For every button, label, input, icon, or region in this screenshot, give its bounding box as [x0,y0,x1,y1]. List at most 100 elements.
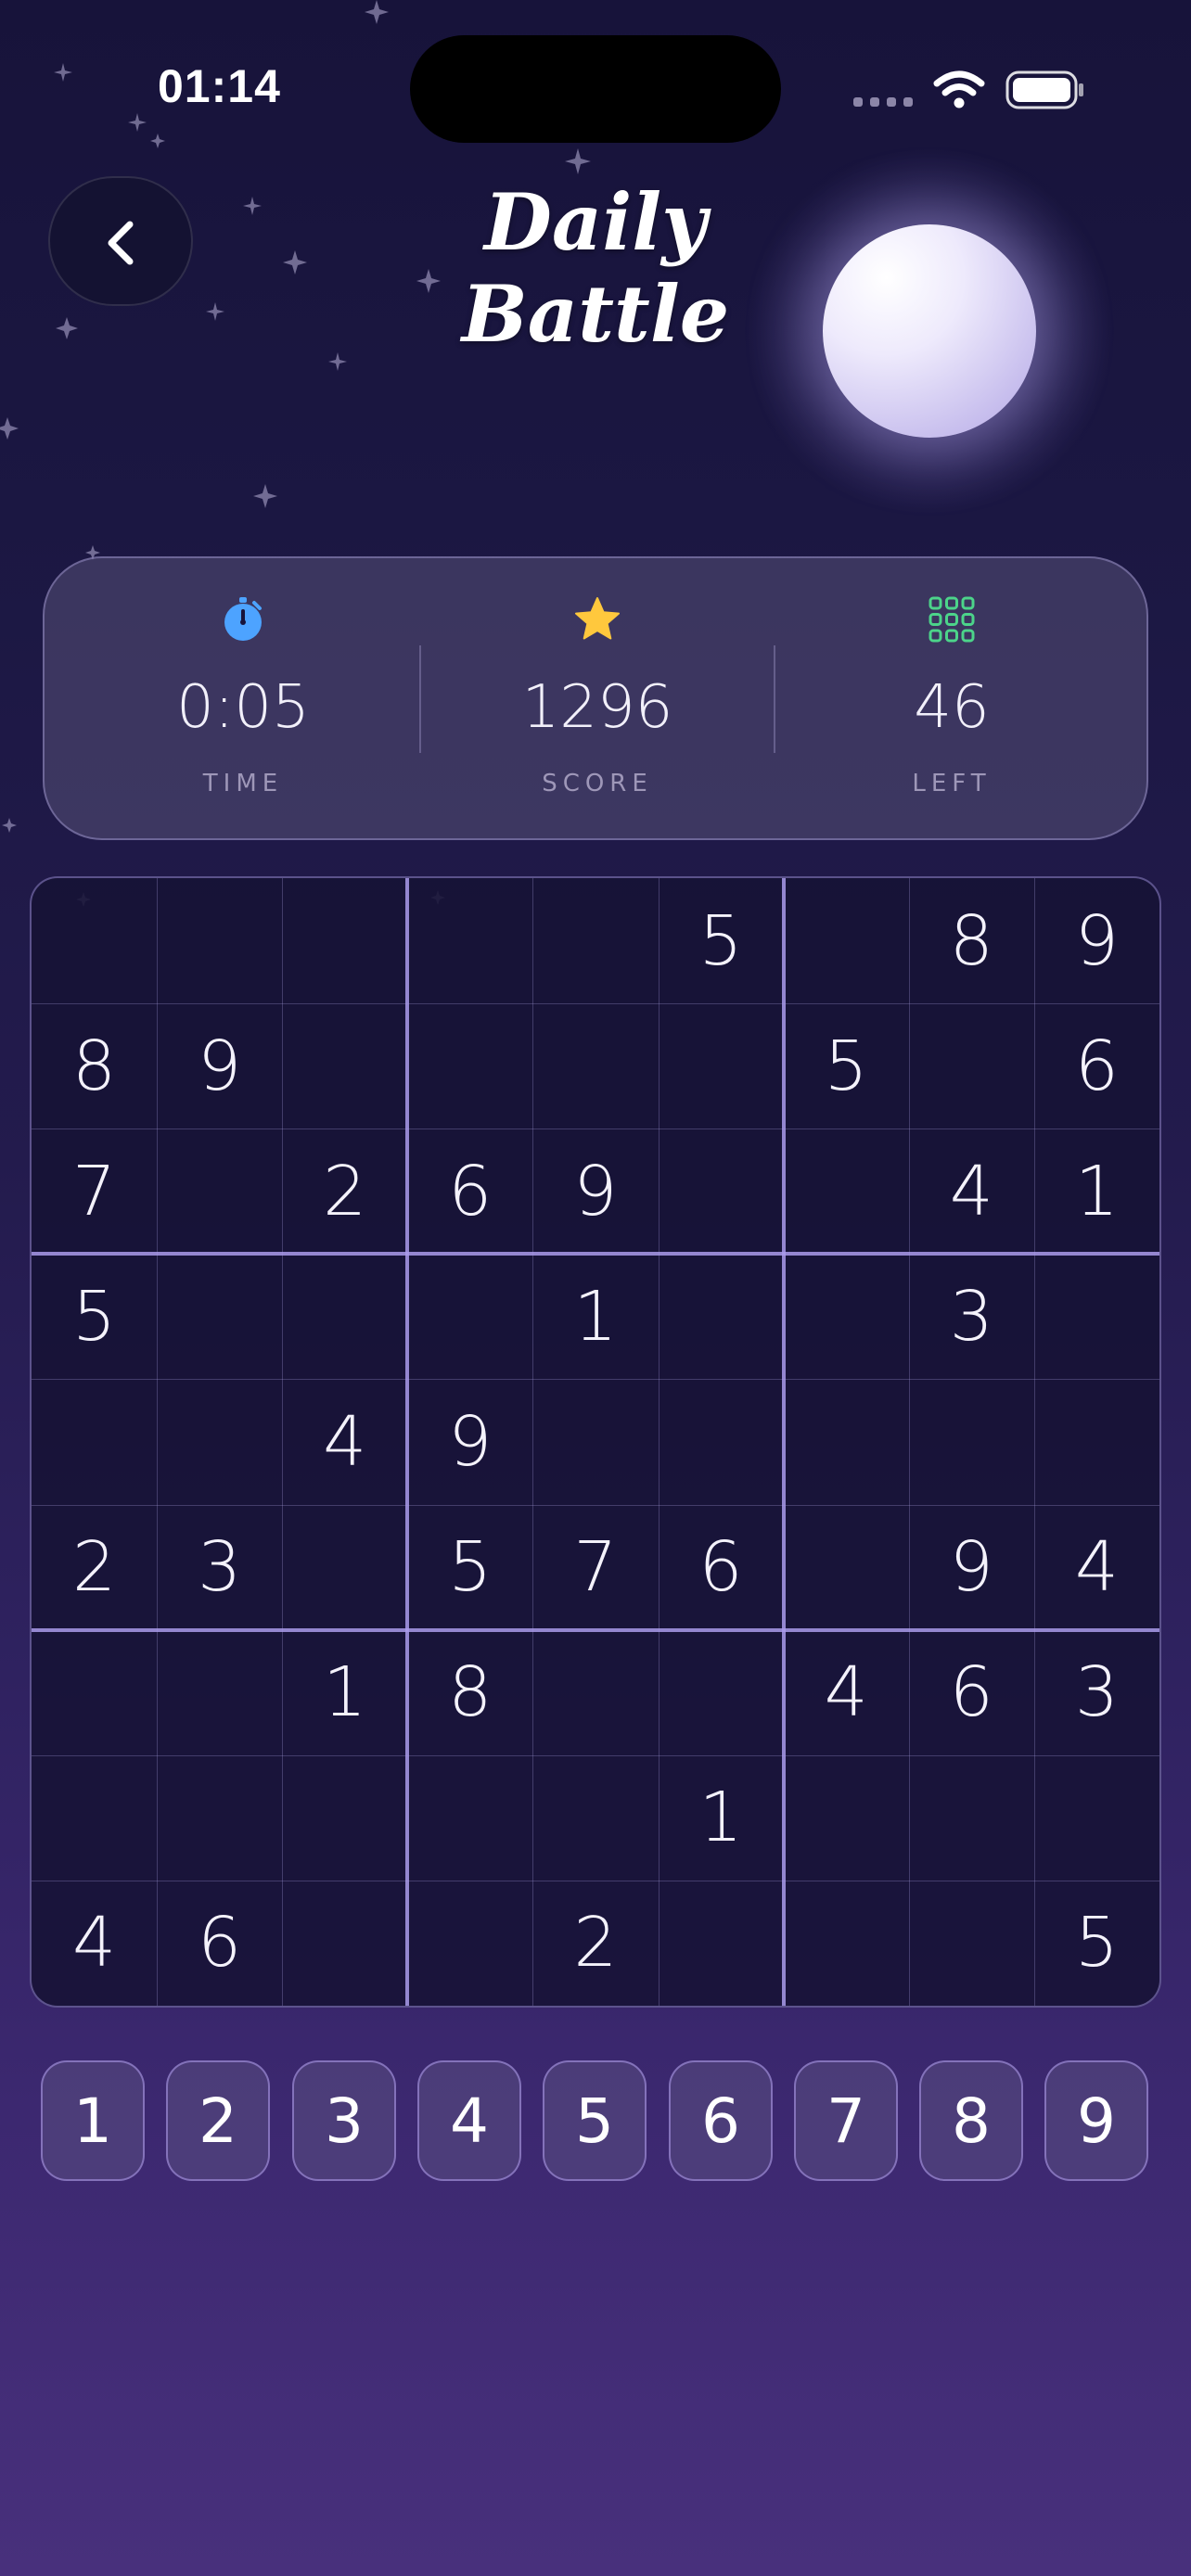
sudoku-cell[interactable] [784,1379,909,1504]
sudoku-cell[interactable] [784,1505,909,1630]
battery-icon [1005,70,1083,109]
sudoku-cell[interactable]: 4 [909,1129,1034,1254]
sudoku-cell[interactable]: 5 [32,1254,157,1379]
sudoku-cell[interactable] [909,1881,1034,2006]
number-key-8[interactable]: 8 [919,2060,1023,2181]
sudoku-cell[interactable]: 6 [157,1881,282,2006]
sudoku-cell[interactable]: 6 [909,1630,1034,1755]
sudoku-cell[interactable] [32,878,157,1003]
sudoku-cell[interactable] [659,1881,784,2006]
sudoku-cell[interactable]: 7 [32,1129,157,1254]
score-value: 1296 [521,673,673,742]
sudoku-cell[interactable] [659,1254,784,1379]
sudoku-cell[interactable]: 3 [909,1254,1034,1379]
status-time: 01:14 [158,60,281,112]
sudoku-cell[interactable] [157,1379,282,1504]
number-key-2[interactable]: 2 [166,2060,270,2181]
sudoku-cell[interactable]: 4 [282,1379,407,1504]
sudoku-cell[interactable]: 5 [1034,1881,1159,2006]
sudoku-cell[interactable]: 2 [32,1505,157,1630]
sudoku-cell[interactable]: 3 [1034,1630,1159,1755]
sudoku-cell[interactable] [157,1254,282,1379]
number-key-5[interactable]: 5 [543,2060,647,2181]
sudoku-cell[interactable] [1034,1379,1159,1504]
stat-score: 1296 SCORE [421,558,774,842]
sudoku-cell[interactable] [909,1755,1034,1881]
sudoku-cell[interactable] [784,1755,909,1881]
sudoku-cell[interactable] [407,1003,532,1129]
sudoku-cell[interactable] [659,1129,784,1254]
sudoku-cell[interactable]: 4 [784,1630,909,1755]
sudoku-cell[interactable] [157,1129,282,1254]
chevron-left-icon [108,221,134,265]
sudoku-cell[interactable] [407,1755,532,1881]
sudoku-cell[interactable] [784,1254,909,1379]
sudoku-cell[interactable] [784,878,909,1003]
cells-left-label: LEFT [912,770,992,797]
sudoku-cell[interactable]: 2 [282,1129,407,1254]
sudoku-cell[interactable] [659,1630,784,1755]
sudoku-cell[interactable]: 8 [909,878,1034,1003]
sudoku-cell[interactable]: 9 [1034,878,1159,1003]
sudoku-cell[interactable] [282,1003,407,1129]
sudoku-cell[interactable]: 6 [1034,1003,1159,1129]
sudoku-cell[interactable] [532,1003,658,1129]
sudoku-cell[interactable]: 4 [1034,1505,1159,1630]
number-key-9[interactable]: 9 [1044,2060,1148,2181]
sudoku-cell[interactable] [532,1630,658,1755]
sudoku-cell[interactable]: 1 [282,1630,407,1755]
sudoku-cell[interactable]: 9 [909,1505,1034,1630]
sudoku-cell[interactable] [282,878,407,1003]
sudoku-cell[interactable]: 6 [407,1129,532,1254]
number-key-3[interactable]: 3 [292,2060,396,2181]
number-key-6[interactable]: 6 [669,2060,773,2181]
sudoku-cell[interactable] [532,1379,658,1504]
sudoku-cell[interactable] [407,1254,532,1379]
sudoku-cell[interactable]: 5 [784,1003,909,1129]
sudoku-cell[interactable] [532,878,658,1003]
sudoku-cell[interactable] [659,1003,784,1129]
sudoku-cell[interactable]: 9 [532,1129,658,1254]
star-field [0,0,591,907]
sudoku-cell[interactable]: 1 [532,1254,658,1379]
sudoku-cell[interactable] [1034,1254,1159,1379]
sudoku-cell[interactable]: 4 [32,1881,157,2006]
sudoku-cell[interactable]: 5 [407,1505,532,1630]
sudoku-cell[interactable]: 9 [157,1003,282,1129]
sudoku-cell[interactable] [282,1254,407,1379]
sudoku-cell[interactable] [32,1379,157,1504]
sudoku-cell[interactable] [909,1379,1034,1504]
sudoku-cell[interactable]: 8 [407,1630,532,1755]
sudoku-cell[interactable] [282,1755,407,1881]
sudoku-cell[interactable]: 7 [532,1505,658,1630]
sudoku-cell[interactable]: 1 [659,1755,784,1881]
number-key-7[interactable]: 7 [794,2060,898,2181]
sudoku-cell[interactable] [532,1755,658,1881]
sudoku-cell[interactable] [909,1003,1034,1129]
sudoku-cell[interactable] [157,1755,282,1881]
sudoku-cell[interactable] [157,878,282,1003]
sudoku-cell[interactable]: 2 [532,1881,658,2006]
sudoku-cell[interactable]: 8 [32,1003,157,1129]
sudoku-cell[interactable] [784,1129,909,1254]
sudoku-cell[interactable]: 1 [1034,1129,1159,1254]
number-key-1[interactable]: 1 [41,2060,145,2181]
sudoku-cell[interactable]: 3 [157,1505,282,1630]
sudoku-cell[interactable]: 6 [659,1505,784,1630]
sudoku-cell[interactable] [32,1630,157,1755]
back-button[interactable] [48,176,193,306]
sudoku-cell[interactable] [784,1881,909,2006]
sudoku-cell[interactable] [157,1630,282,1755]
sudoku-cell[interactable] [282,1505,407,1630]
sudoku-cell[interactable] [32,1755,157,1881]
dynamic-island [410,35,781,143]
sudoku-cell[interactable]: 9 [407,1379,532,1504]
sudoku-cell[interactable] [1034,1755,1159,1881]
sudoku-cell[interactable] [407,878,532,1003]
sudoku-cell[interactable]: 5 [659,878,784,1003]
stat-time: 0:05 TIME [67,558,419,842]
sudoku-cell[interactable] [282,1881,407,2006]
sudoku-cell[interactable] [659,1379,784,1504]
number-key-4[interactable]: 4 [417,2060,521,2181]
sudoku-cell[interactable] [407,1881,532,2006]
